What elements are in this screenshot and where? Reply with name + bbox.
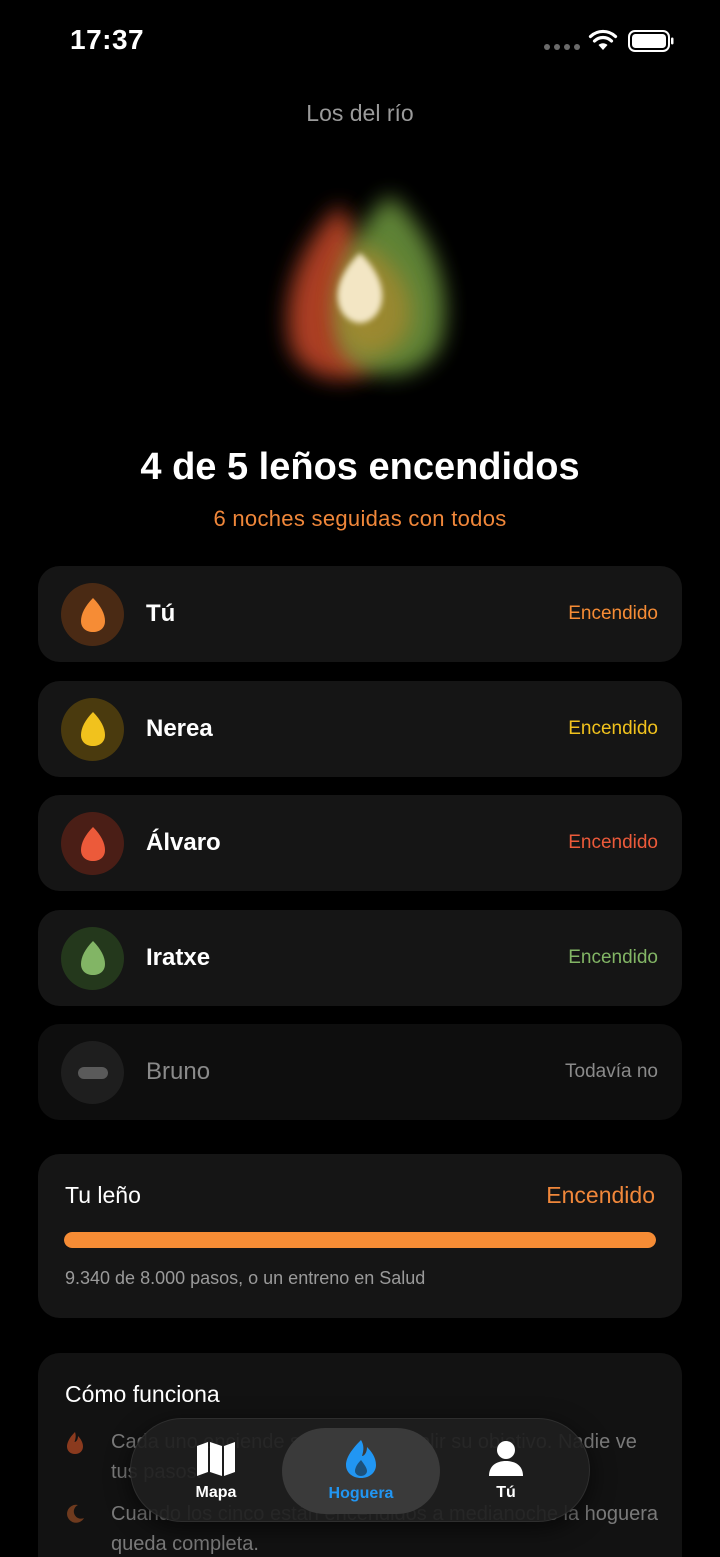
- streak-text: 6 noches seguidas con todos: [213, 506, 507, 531]
- tab-bonfire[interactable]: Hoguera: [282, 1419, 440, 1523]
- member-status: Encendido: [568, 832, 658, 853]
- member-row[interactable]: Nerea Encendido: [38, 680, 682, 777]
- member-name: Nerea: [146, 714, 213, 742]
- flame-icon: [80, 712, 105, 746]
- member-name: Álvaro: [146, 829, 221, 856]
- member-row[interactable]: Tú Encendido: [38, 566, 682, 662]
- member-name: Bruno: [146, 1058, 211, 1085]
- flame-icon: [80, 941, 105, 975]
- person-icon: [489, 1441, 523, 1476]
- member-list: Tú Encendido Nerea Encendido Álvaro Ence…: [38, 566, 682, 1139]
- moon-icon: [67, 1504, 84, 1523]
- member-status: Encendido: [568, 717, 658, 739]
- your-log-title: Tu leño: [65, 1182, 141, 1208]
- how-it-works-title: Cómo funciona: [65, 1381, 220, 1407]
- member-avatar: [61, 583, 124, 646]
- steps-detail: 9.340 de 8.000 pasos, o un entreno en Sa…: [65, 1268, 426, 1288]
- status-time: 17:37: [70, 24, 145, 55]
- map-icon: [197, 1442, 235, 1476]
- member-status: Encendido: [568, 946, 658, 968]
- flame-icon: [346, 1440, 376, 1478]
- flame-icon: [80, 826, 105, 861]
- your-log-card[interactable]: Tu leño Encendido 9.340 de 8.000 pasos, …: [38, 1154, 682, 1318]
- your-log-status: Encendido: [546, 1182, 655, 1208]
- flame-icon: [80, 597, 105, 632]
- member-avatar: [61, 1041, 124, 1104]
- status-bar: 17:37: [0, 0, 720, 80]
- tab-map[interactable]: Mapa: [161, 1419, 271, 1523]
- steps-progress-fill: [64, 1232, 656, 1248]
- member-avatar: [61, 926, 124, 990]
- tab-label: Hoguera: [328, 1485, 394, 1502]
- unlit-log-icon: [77, 1066, 108, 1079]
- tab-label: Tú: [496, 1484, 516, 1501]
- member-row[interactable]: Iratxe Encendido: [38, 909, 682, 1006]
- battery-icon: [628, 30, 674, 52]
- lit-count-headline: 4 de 5 leños encendidos: [140, 446, 580, 488]
- member-status: Todavía no: [565, 1061, 658, 1082]
- cellular-signal-icon: [544, 44, 580, 50]
- member-name: Iratxe: [146, 943, 211, 971]
- group-name: Los del río: [306, 100, 414, 126]
- wifi-icon: [588, 29, 618, 50]
- tab-you[interactable]: Tú: [451, 1419, 561, 1523]
- flame-icon: [67, 1432, 83, 1454]
- member-avatar: [61, 697, 124, 761]
- member-name: Tú: [146, 600, 176, 627]
- member-avatar: [61, 812, 124, 875]
- bonfire-illustration: [287, 195, 445, 379]
- member-row[interactable]: Bruno Todavía no: [38, 1024, 682, 1120]
- member-status: Encendido: [568, 603, 658, 624]
- steps-progress-bar: [64, 1232, 656, 1248]
- tab-bar: Mapa Hoguera Tú: [130, 1418, 590, 1522]
- member-row[interactable]: Álvaro Encendido: [38, 795, 682, 891]
- tab-label: Mapa: [195, 1484, 237, 1501]
